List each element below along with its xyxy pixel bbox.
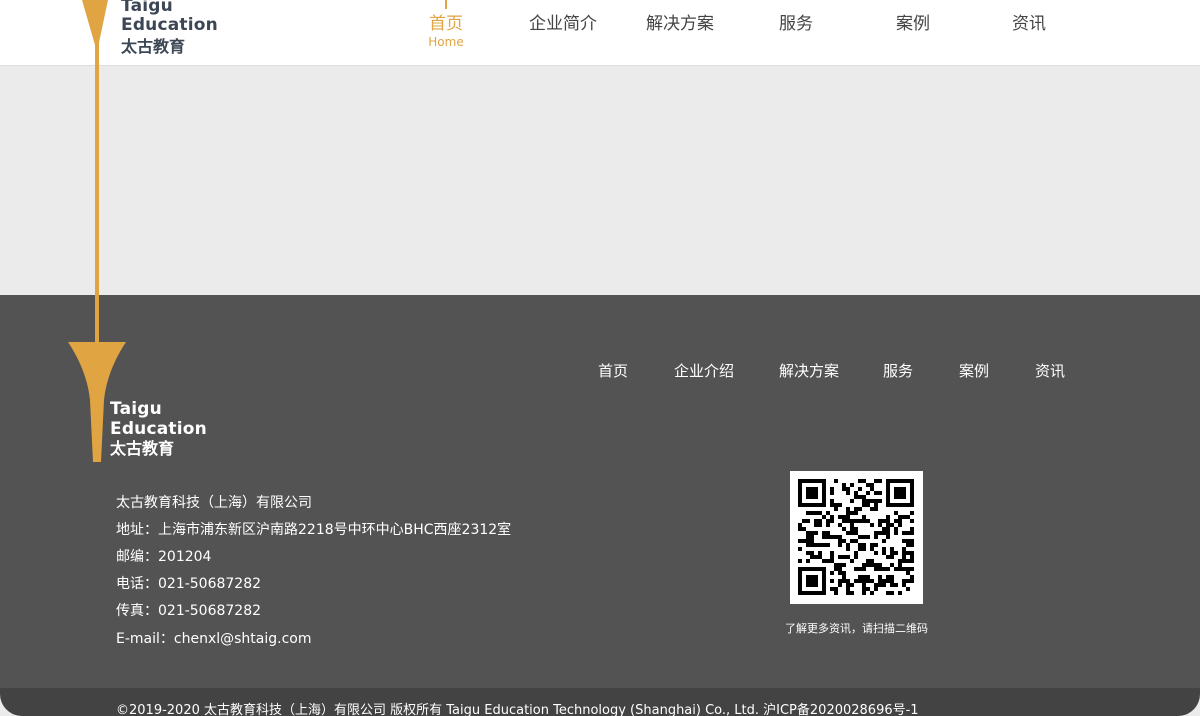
copyright-bar: ©2019-2020 太古教育科技（上海）有限公司 版权所有 Taigu Edu… (0, 688, 1200, 716)
nav-item-home-sub[interactable]: Home (396, 34, 496, 50)
footer-nav-cases[interactable]: 案例 (959, 361, 989, 381)
header-brand-en-line1: Taigu (121, 0, 173, 16)
qr-code-icon (790, 471, 923, 604)
footer-nav-about[interactable]: 企业介绍 (674, 361, 734, 381)
header-brand-en-line2: Education (121, 15, 218, 35)
footer-company-name: 太古教育科技（上海）有限公司 (116, 495, 312, 511)
nav-item-solutions[interactable]: 解决方案 (630, 12, 730, 36)
footer-fax: 传真：021-50687282 (116, 603, 262, 619)
header-logo-text[interactable]: Taigu Education (121, 0, 218, 35)
site-footer: Taigu Education 太古教育 首页 企业介绍 解决方案 服务 案例 … (0, 295, 1200, 688)
copyright-text: ©2019-2020 太古教育科技（上海）有限公司 版权所有 Taigu Edu… (116, 703, 919, 716)
footer-nav-solutions[interactable]: 解决方案 (779, 361, 839, 381)
footer-address: 地址：上海市浦东新区沪南路2218号中环中心BHC西座2312室 (116, 522, 512, 538)
nav-active-marker (445, 0, 447, 9)
footer-brand-cn[interactable]: 太古教育 (110, 439, 174, 459)
nav-item-home[interactable]: 首页 (396, 12, 496, 36)
footer-brand-en-line1: Taigu (110, 399, 162, 419)
footer-nav-news[interactable]: 资讯 (1035, 361, 1065, 381)
nav-item-news[interactable]: 资讯 (979, 12, 1079, 36)
nav-item-about[interactable]: 企业简介 (513, 12, 613, 36)
footer-brand-en-line2: Education (110, 419, 207, 439)
footer-phone: 电话：021-50687282 (116, 576, 262, 592)
nav-item-services[interactable]: 服务 (746, 12, 846, 36)
footer-logo-text[interactable]: Taigu Education (110, 399, 207, 439)
site-header: Taigu Education 太古教育 首页 Home 企业简介 解决方案 服… (0, 0, 1200, 66)
footer-nav-services[interactable]: 服务 (883, 361, 913, 381)
footer-nav-home[interactable]: 首页 (598, 361, 628, 381)
main-content-area (0, 66, 1200, 295)
footer-postcode: 邮编：201204 (116, 549, 212, 565)
qr-code-graphic (798, 479, 914, 595)
footer-email: E-mail：chenxl@shtaig.com (116, 631, 312, 647)
qr-caption: 了解更多资讯，请扫描二维码 (785, 622, 928, 635)
header-brand-cn[interactable]: 太古教育 (121, 37, 185, 56)
nav-item-cases[interactable]: 案例 (863, 12, 963, 36)
